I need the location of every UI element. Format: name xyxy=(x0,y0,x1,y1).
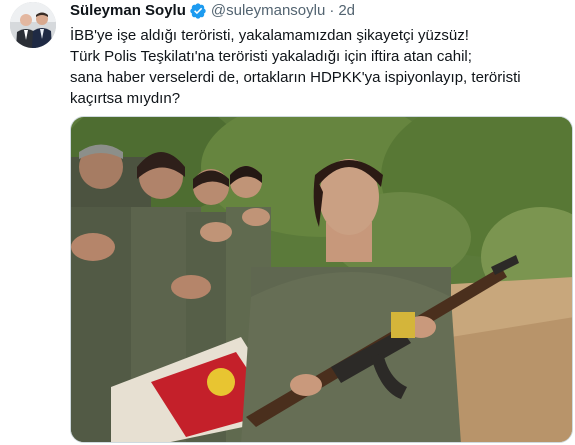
tweet-header: Süleyman Soylu @suleymansoylu · 2d xyxy=(70,0,570,22)
tweet-content: Süleyman Soylu @suleymansoylu · 2d İBB'y… xyxy=(70,0,570,109)
tweet-text-line: sana haber verselerdi de, ortakların HDP… xyxy=(70,69,521,86)
tweet-text-line: Türk Polis Teşkilatı'na teröristi yakala… xyxy=(70,48,472,65)
header-separator: · xyxy=(329,2,335,19)
tweet-photo[interactable] xyxy=(70,116,573,443)
avatar[interactable] xyxy=(10,2,56,48)
tweet-text-line: İBB'ye işe aldığı teröristi, yakalamamız… xyxy=(70,27,469,44)
author-display-name[interactable]: Süleyman Soylu xyxy=(70,1,186,21)
verified-badge-icon xyxy=(189,2,207,20)
tweet-card[interactable]: Süleyman Soylu @suleymansoylu · 2d İBB'y… xyxy=(0,0,575,445)
tweet-text: İBB'ye işe aldığı teröristi, yakalamamız… xyxy=(70,25,560,109)
tweet-text-line: kaçırtsa mıydın? xyxy=(70,90,181,107)
author-handle[interactable]: @suleymansoylu xyxy=(211,1,325,21)
tweet-timestamp[interactable]: 2d xyxy=(338,1,355,21)
